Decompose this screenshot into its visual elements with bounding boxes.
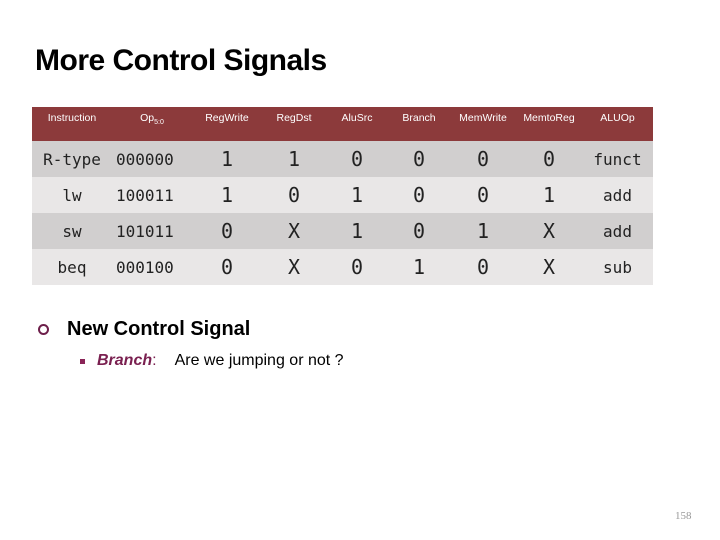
cell-regdst: 1 [262, 141, 326, 177]
header-memtoreg: MemtoReg [516, 107, 582, 141]
cell-memtoreg: X [516, 213, 582, 249]
bullet-term: Branch [97, 352, 153, 369]
bullet-level2-text: Are we jumping or not ? [174, 352, 344, 369]
cell-memwrite: 0 [450, 249, 516, 285]
table-header-row: Instruction Op5:0 RegWrite RegDst AluSrc… [32, 107, 653, 141]
square-bullet-icon [80, 358, 85, 364]
cell-op: 000100 [112, 249, 192, 285]
header-op: Op5:0 [112, 107, 192, 141]
bullet-level1-text: New Control Signal [67, 318, 251, 340]
cell-memwrite: 0 [450, 141, 516, 177]
bullet-level2: Branch : Are we jumping or not ? [80, 352, 344, 370]
cell-branch: 0 [388, 177, 450, 213]
header-regwrite: RegWrite [192, 107, 262, 141]
cell-memtoreg: X [516, 249, 582, 285]
cell-branch: 0 [388, 141, 450, 177]
cell-op: 100011 [112, 177, 192, 213]
table-row: lw 100011 1 0 1 0 0 1 add [32, 177, 653, 213]
cell-regwrite: 0 [192, 213, 262, 249]
page-number: 158 [675, 510, 692, 522]
cell-alusrc: 0 [326, 141, 388, 177]
header-branch: Branch [388, 107, 450, 141]
cell-regdst: X [262, 213, 326, 249]
cell-branch: 0 [388, 213, 450, 249]
cell-regdst: X [262, 249, 326, 285]
header-memwrite: MemWrite [450, 107, 516, 141]
header-op-label: Op [140, 112, 155, 124]
ring-bullet-icon [38, 324, 49, 335]
cell-alusrc: 1 [326, 177, 388, 213]
cell-regwrite: 1 [192, 141, 262, 177]
header-aluop: ALUOp [582, 107, 653, 141]
bullet-colon: : [152, 352, 157, 369]
header-instruction: Instruction [32, 107, 112, 141]
cell-aluop: funct [582, 141, 653, 177]
cell-op: 101011 [112, 213, 192, 249]
cell-instruction: lw [32, 177, 112, 213]
cell-memwrite: 1 [450, 213, 516, 249]
cell-instruction: beq [32, 249, 112, 285]
cell-regdst: 0 [262, 177, 326, 213]
cell-memtoreg: 1 [516, 177, 582, 213]
cell-instruction: R-type [32, 141, 112, 177]
cell-regwrite: 0 [192, 249, 262, 285]
cell-op: 000000 [112, 141, 192, 177]
table-row: sw 101011 0 X 1 0 1 X add [32, 213, 653, 249]
control-signals-table: Instruction Op5:0 RegWrite RegDst AluSrc… [32, 107, 653, 285]
cell-aluop: add [582, 177, 653, 213]
cell-regwrite: 1 [192, 177, 262, 213]
header-regdst: RegDst [262, 107, 326, 141]
table-row: R-type 000000 1 1 0 0 0 0 funct [32, 141, 653, 177]
cell-aluop: sub [582, 249, 653, 285]
cell-memwrite: 0 [450, 177, 516, 213]
cell-alusrc: 0 [326, 249, 388, 285]
cell-memtoreg: 0 [516, 141, 582, 177]
bullet-level1: New Control Signal [38, 318, 250, 341]
cell-aluop: add [582, 213, 653, 249]
slide-title: More Control Signals [35, 44, 327, 77]
header-alusrc: AluSrc [326, 107, 388, 141]
cell-alusrc: 1 [326, 213, 388, 249]
cell-branch: 1 [388, 249, 450, 285]
header-op-subscript: 5:0 [154, 119, 164, 127]
table-row: beq 000100 0 X 0 1 0 X sub [32, 249, 653, 285]
cell-instruction: sw [32, 213, 112, 249]
